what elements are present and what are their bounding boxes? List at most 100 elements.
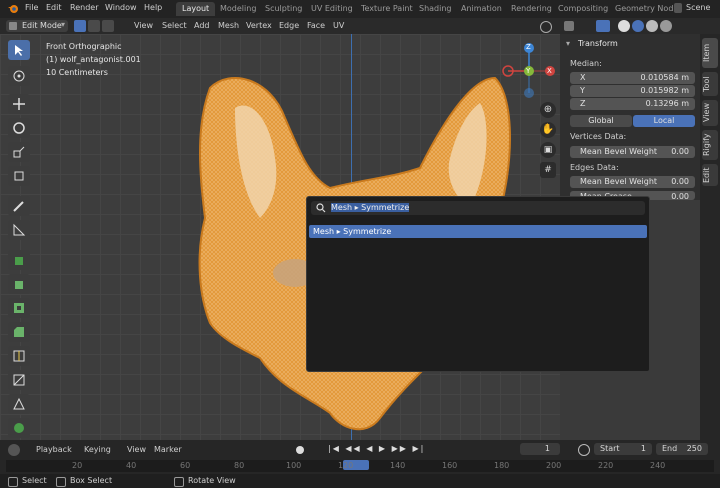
edge-select-icon[interactable] [88, 20, 100, 32]
spin-tool-icon[interactable] [8, 418, 30, 438]
tab-item[interactable]: Item [702, 38, 718, 68]
start-frame-field[interactable]: Start 1 [594, 443, 652, 455]
search-query: Mesh ▸ Symmetrize [331, 203, 410, 212]
menu-help[interactable]: Help [144, 3, 162, 12]
search-result-label: Mesh ▸ Symmetrize [313, 227, 392, 236]
editor-type-icon[interactable] [8, 444, 20, 456]
poly-build-tool-icon[interactable] [8, 394, 30, 414]
edit-mode-icon [9, 22, 17, 30]
xray-icon[interactable] [596, 20, 610, 32]
tab-uv-editing[interactable]: UV Editing [305, 2, 359, 16]
header-edge[interactable]: Edge [279, 21, 299, 30]
status-box-select: Box Select [70, 476, 113, 485]
ruler-tick: 200 [546, 461, 562, 470]
search-result-item[interactable]: Mesh ▸ Symmetrize [309, 225, 647, 238]
face-select-icon[interactable] [102, 20, 114, 32]
material-shading-icon[interactable] [646, 20, 658, 32]
timeline-view-menu[interactable]: View [127, 445, 146, 454]
mouse-right-icon [174, 477, 184, 487]
bevel-tool-icon[interactable] [8, 322, 30, 342]
tab-sculpting[interactable]: Sculpting [259, 2, 308, 16]
tab-shading[interactable]: Shading [413, 2, 458, 16]
menu-window[interactable]: Window [105, 3, 137, 12]
scene-icon[interactable] [674, 3, 682, 13]
tab-geometry-nodes[interactable]: Geometry Nod [609, 2, 679, 16]
blender-logo-icon[interactable] [7, 3, 19, 15]
scene-selector[interactable]: Scene [686, 3, 710, 12]
playback-controls-icon[interactable]: |◀ ◀◀ ◀ ▶ ▶▶ ▶| [328, 444, 425, 453]
record-icon[interactable] [296, 446, 304, 454]
grid-toggle-icon[interactable]: # [540, 162, 556, 178]
tab-texture-paint[interactable]: Texture Paint [355, 2, 419, 16]
add-cube-tool-icon[interactable] [8, 250, 30, 270]
transform-tool-icon[interactable] [8, 166, 30, 186]
timeline-marker-menu[interactable]: Marker [154, 445, 182, 454]
annotate-tool-icon[interactable] [8, 196, 30, 216]
knife-tool-icon[interactable] [8, 370, 30, 390]
top-menu-bar: File Edit Render Window Help Layout Mode… [0, 0, 720, 18]
menu-file[interactable]: File [25, 3, 38, 12]
ruler-tick: 120 [338, 461, 354, 470]
status-rotate-view: Rotate View [188, 476, 236, 485]
vertex-select-icon[interactable] [74, 20, 86, 32]
extrude-tool-icon[interactable] [8, 274, 30, 294]
global-toggle[interactable]: Global [570, 115, 632, 127]
pan-hand-icon[interactable]: ✋ [540, 122, 556, 138]
sidebar-panel: ▾ Transform Median: X 0.010584 m Y 0.015… [560, 34, 700, 200]
object-name: (1) wolf_antagonist.001 [46, 55, 141, 64]
loop-cut-tool-icon[interactable] [8, 346, 30, 366]
current-frame-field[interactable]: 1 [520, 443, 560, 455]
median-z-field[interactable]: Z 0.13296 m [570, 98, 695, 110]
wireframe-shading-icon[interactable] [618, 20, 630, 32]
tab-rendering[interactable]: Rendering [505, 2, 558, 16]
tab-compositing[interactable]: Compositing [552, 2, 614, 16]
solid-shading-icon[interactable] [632, 20, 644, 32]
median-x-field[interactable]: X 0.010584 m [570, 72, 695, 84]
timeline-keying-menu[interactable]: Keying [84, 445, 111, 454]
clock-icon[interactable] [578, 444, 590, 456]
tab-tool[interactable]: Tool [702, 72, 718, 96]
frame-ruler[interactable]: 20 40 60 80 100 120 140 160 180 200 220 … [6, 460, 714, 472]
header-uv[interactable]: UV [333, 21, 344, 30]
header-mesh[interactable]: Mesh [218, 21, 239, 30]
tab-modeling[interactable]: Modeling [214, 2, 262, 16]
tab-rigify[interactable]: Rigify [702, 130, 718, 160]
mode-dropdown[interactable]: Edit Mode ▾ [6, 20, 68, 32]
header-add[interactable]: Add [194, 21, 210, 30]
rendered-shading-icon[interactable] [660, 20, 672, 32]
search-field[interactable]: Mesh ▸ Symmetrize [311, 201, 645, 215]
timeline-playback-menu[interactable]: Playback [36, 445, 72, 454]
tab-animation[interactable]: Animation [455, 2, 508, 16]
local-toggle[interactable]: Local [633, 115, 695, 127]
tab-view[interactable]: View [702, 100, 718, 126]
transform-pivot-icon[interactable] [540, 21, 552, 33]
scale-tool-icon[interactable] [8, 142, 30, 162]
camera-icon[interactable]: ▣ [540, 142, 556, 158]
tab-edit[interactable]: Edit [702, 164, 718, 186]
ruler-tick: 60 [180, 461, 191, 470]
header-select[interactable]: Select [162, 21, 187, 30]
cursor-tool-icon[interactable] [8, 66, 30, 86]
vertex-bevel-weight-field[interactable]: Mean Bevel Weight 0.00 [570, 146, 695, 158]
zoom-icon[interactable]: ⊕ [540, 102, 556, 118]
viewport-header-right [560, 18, 720, 34]
edge-bevel-weight-field[interactable]: Mean Bevel Weight 0.00 [570, 176, 695, 188]
header-face[interactable]: Face [307, 21, 325, 30]
select-tool-icon[interactable] [8, 40, 30, 60]
measure-tool-icon[interactable] [8, 220, 30, 240]
move-tool-icon[interactable] [8, 94, 30, 114]
tab-layout[interactable]: Layout [176, 2, 216, 16]
menu-render[interactable]: Render [70, 3, 98, 12]
chevron-down-icon: ▾ [61, 20, 66, 29]
mode-label: Edit Mode [22, 21, 62, 30]
inset-tool-icon[interactable] [8, 298, 30, 318]
header-view[interactable]: View [134, 21, 153, 30]
header-vertex[interactable]: Vertex [246, 21, 272, 30]
overlay-icon[interactable] [564, 21, 574, 31]
menu-edit[interactable]: Edit [46, 3, 62, 12]
ruler-tick: 180 [494, 461, 510, 470]
end-frame-field[interactable]: End 250 [656, 443, 708, 455]
collapse-arrow-icon[interactable]: ▾ [566, 39, 570, 48]
median-y-field[interactable]: Y 0.015982 m [570, 85, 695, 97]
rotate-tool-icon[interactable] [8, 118, 30, 138]
